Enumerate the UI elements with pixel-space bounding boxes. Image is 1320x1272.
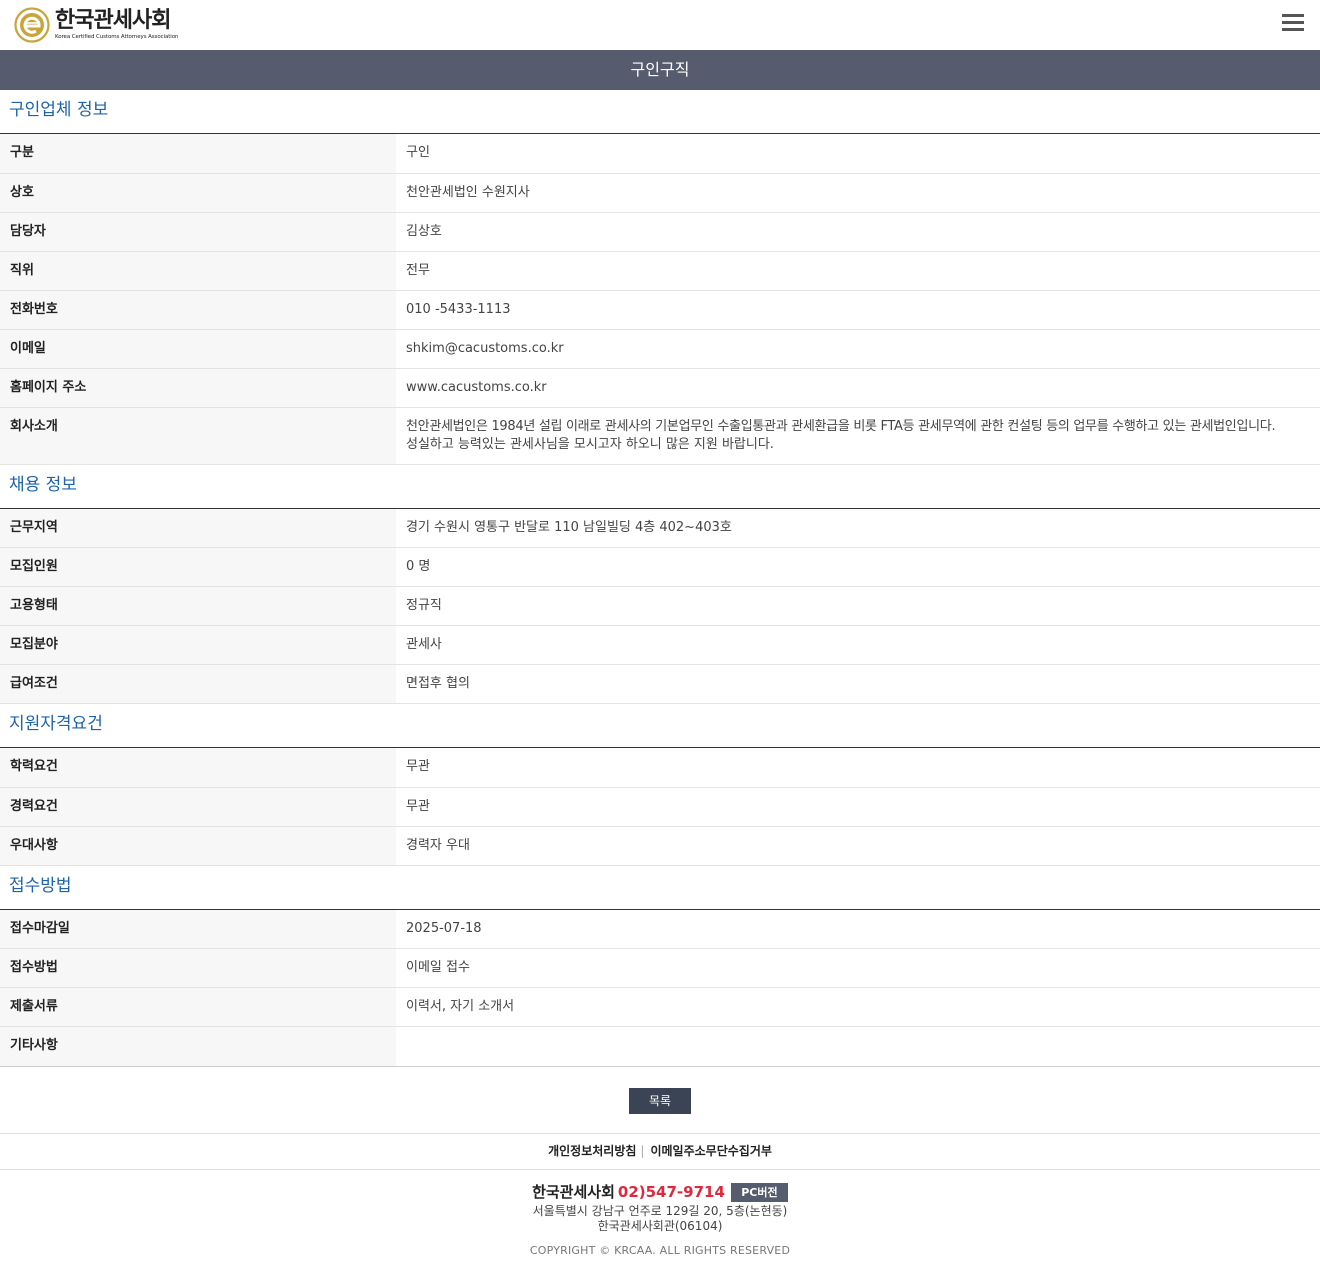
- button-area: 목록: [0, 1067, 1320, 1134]
- table-row: 학력요건 무관: [0, 748, 1320, 788]
- row-label: 전화번호: [0, 290, 396, 330]
- row-label: 이메일: [0, 329, 396, 369]
- footer-address-2: 한국관세사회관(06104): [597, 1219, 723, 1233]
- row-value: 정규직: [396, 586, 1320, 626]
- logo-subtitle: Korea Certified Customs Attorneys Associ…: [55, 34, 179, 40]
- company-info-table: 구분 구인 상호 천안관세법인 수원지사 담당자 김상호 직위 전무 전화번호 010 -…: [0, 134, 1320, 465]
- table-row: 근무지역 경기 수원시 영통구 반달로 110 남일빌딩 4층 402~403호: [0, 508, 1320, 548]
- footer-org-name: 한국관세사회: [532, 1183, 615, 1201]
- table-row: 상호 천안관세법인 수원지사: [0, 173, 1320, 213]
- table-row: 회사소개 천안관세법인은 1984년 설립 이래로 관세사의 기본업무인 수출입통…: [0, 407, 1320, 465]
- row-label: 접수마감일: [0, 909, 396, 949]
- section-title-recruit: 채용 정보: [0, 465, 1320, 509]
- row-value: [396, 1026, 1320, 1067]
- footer-copyright: COPYRIGHT © KRCAA. ALL RIGHTS RESERVED: [529, 1244, 791, 1257]
- hamburger-menu-icon[interactable]: [1282, 14, 1304, 34]
- table-row: 구분 구인: [0, 134, 1320, 174]
- row-label: 기타사항: [0, 1026, 396, 1067]
- row-label: 고용형태: [0, 586, 396, 626]
- row-value: 2025-07-18: [396, 909, 1320, 949]
- list-button[interactable]: 목록: [629, 1088, 691, 1114]
- section-title-qualify: 지원자격요건: [0, 704, 1320, 748]
- row-label: 회사소개: [0, 407, 396, 465]
- table-row: 접수방법 이메일 접수: [0, 948, 1320, 988]
- table-row: 모집인원 0 명: [0, 547, 1320, 587]
- row-value: 천안관세법인 수원지사: [396, 173, 1320, 213]
- logo-title: 한국관세사회: [55, 8, 171, 33]
- page-title: 구인구직: [0, 50, 1320, 90]
- table-row: 이메일 shkim@cacustoms.co.kr: [0, 329, 1320, 369]
- apply-info-table: 접수마감일 2025-07-18 접수방법 이메일 접수 제출서류 이력서, 자기 소…: [0, 909, 1320, 1067]
- table-row: 고용형태 정규직: [0, 586, 1320, 626]
- row-value: 이력서, 자기 소개서: [396, 987, 1320, 1027]
- row-value: 010 -5433-1113: [396, 290, 1320, 330]
- row-value: 경기 수원시 영통구 반달로 110 남일빌딩 4층 402~403호: [396, 508, 1320, 548]
- footer-address-1: 서울특별시 강남구 언주로 129길 20, 5층(논현동): [532, 1204, 788, 1218]
- table-row: 전화번호 010 -5433-1113: [0, 290, 1320, 330]
- row-label: 제출서류: [0, 987, 396, 1027]
- row-label: 구분: [0, 134, 396, 174]
- footer-links: 개인정보처리방침 | 이메일주소무단수집거부: [0, 1134, 1320, 1170]
- row-label: 우대사항: [0, 826, 396, 866]
- section-title-company: 구인업체 정보: [0, 90, 1320, 134]
- row-value: 경력자 우대: [396, 826, 1320, 866]
- link-separator: |: [640, 1144, 645, 1158]
- row-value: 무관: [396, 748, 1320, 788]
- row-value: 0 명: [396, 547, 1320, 587]
- row-value: 관세사: [396, 625, 1320, 665]
- row-label: 홈페이지 주소: [0, 368, 396, 408]
- table-row: 직위 전무: [0, 251, 1320, 291]
- table-row: 기타사항: [0, 1026, 1320, 1067]
- row-value: shkim@cacustoms.co.kr: [396, 329, 1320, 369]
- row-value: 이메일 접수: [396, 948, 1320, 988]
- site-logo[interactable]: 한국관세사회 Korea Certified Customs Attorneys…: [14, 7, 178, 43]
- site-header: 한국관세사회 Korea Certified Customs Attorneys…: [0, 0, 1320, 50]
- table-row: 급여조건 면접후 협의: [0, 664, 1320, 704]
- company-intro-line1: 천안관세법인은 1984년 설립 이래로 관세사의 기본업무인 수출입통관과 관…: [406, 418, 1276, 434]
- row-label: 상호: [0, 173, 396, 213]
- row-value: 무관: [396, 787, 1320, 827]
- recruit-info-table: 근무지역 경기 수원시 영통구 반달로 110 남일빌딩 4층 402~403호 …: [0, 508, 1320, 704]
- company-intro-line2: 성실하고 능력있는 관세사님을 모시고자 하오니 많은 지원 바랍니다.: [406, 436, 774, 452]
- footer-tel: 02)547-9714: [617, 1183, 725, 1201]
- table-row: 홈페이지 주소 www.cacustoms.co.kr: [0, 368, 1320, 408]
- qualify-info-table: 학력요건 무관 경력요건 무관 우대사항 경력자 우대: [0, 748, 1320, 866]
- table-row: 접수마감일 2025-07-18: [0, 909, 1320, 949]
- row-value: 구인: [396, 134, 1320, 174]
- row-label: 직위: [0, 251, 396, 291]
- table-row: 경력요건 무관: [0, 787, 1320, 827]
- privacy-policy-link[interactable]: 개인정보처리방침: [548, 1144, 636, 1158]
- pc-version-button[interactable]: PC버전: [730, 1183, 788, 1202]
- row-label: 모집인원: [0, 547, 396, 587]
- row-label: 접수방법: [0, 948, 396, 988]
- footer-info: 한국관세사회 02)547-9714 PC버전 서울특별시 강남구 언주로 129길…: [0, 1170, 1320, 1257]
- row-label: 근무지역: [0, 508, 396, 548]
- row-label: 학력요건: [0, 748, 396, 788]
- row-label: 담당자: [0, 212, 396, 252]
- row-label: 모집분야: [0, 625, 396, 665]
- row-label: 경력요건: [0, 787, 396, 827]
- table-row: 담당자 김상호: [0, 212, 1320, 252]
- row-value: 천안관세법인은 1984년 설립 이래로 관세사의 기본업무인 수출입통관과 관…: [396, 407, 1320, 465]
- row-value: 전무: [396, 251, 1320, 291]
- table-row: 모집분야 관세사: [0, 625, 1320, 665]
- row-value: www.cacustoms.co.kr: [396, 368, 1320, 408]
- row-value: 면접후 협의: [396, 664, 1320, 704]
- table-row: 제출서류 이력서, 자기 소개서: [0, 987, 1320, 1027]
- row-label: 급여조건: [0, 664, 396, 704]
- row-value: 김상호: [396, 212, 1320, 252]
- table-row: 우대사항 경력자 우대: [0, 826, 1320, 866]
- krcaa-logo-icon: [14, 7, 50, 43]
- section-title-apply: 접수방법: [0, 866, 1320, 910]
- email-refusal-link[interactable]: 이메일주소무단수집거부: [650, 1144, 771, 1158]
